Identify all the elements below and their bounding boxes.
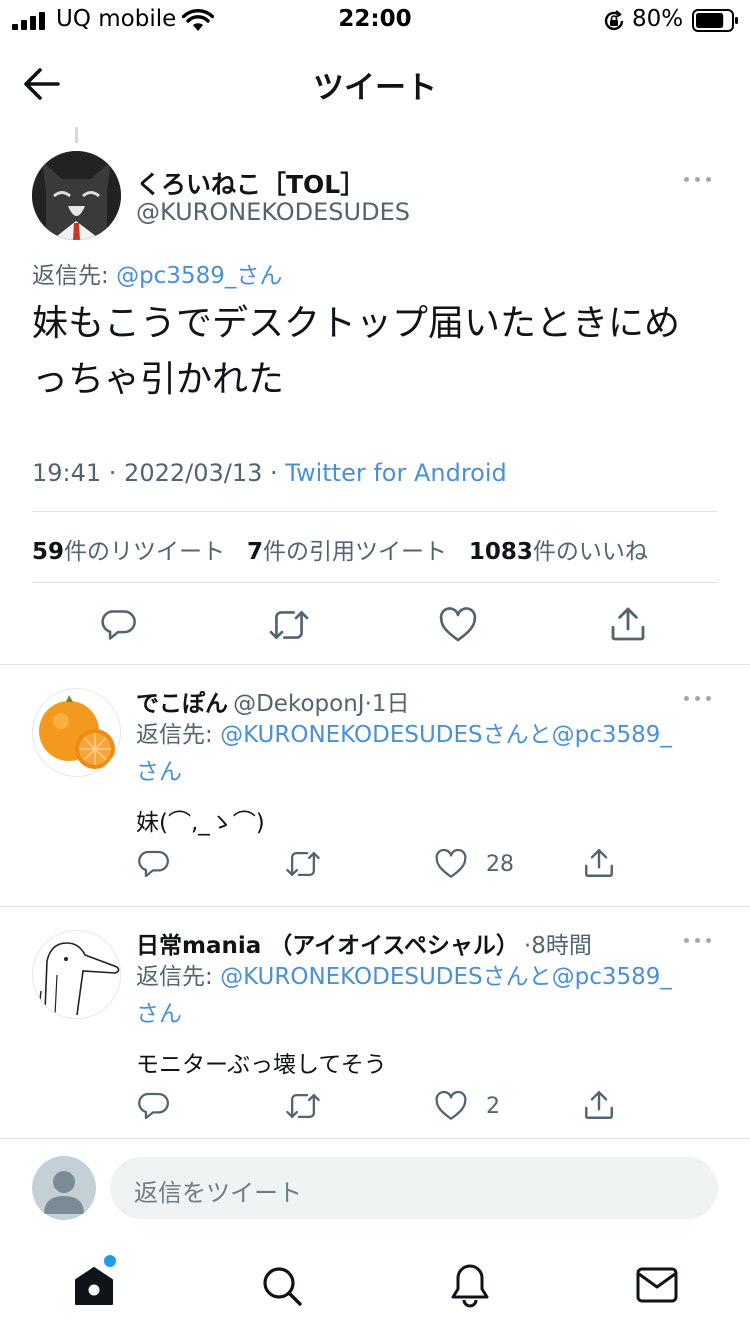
bell-icon[interactable] [448, 1262, 492, 1308]
retweet-icon[interactable] [284, 847, 322, 881]
likes-stat[interactable]: 1083件のいいね [469, 539, 648, 565]
author-handle[interactable]: @KURONEKODESUDES [136, 198, 410, 226]
reply-label: 返信先: [136, 722, 213, 748]
tweet-source-link[interactable]: Twitter for Android [285, 459, 506, 487]
reply-label: 返信先: [136, 964, 213, 990]
avatar[interactable] [32, 688, 121, 777]
divider [0, 664, 750, 665]
avatar[interactable] [32, 930, 121, 1019]
reply-target-link[interactable]: @pc3589_さん [116, 263, 282, 289]
avatar[interactable] [32, 151, 121, 240]
search-icon[interactable] [260, 1264, 304, 1308]
reply-icon[interactable] [136, 847, 170, 881]
tweet-timestamp-row: 19:41 · 2022/03/13 · Twitter for Android [32, 459, 507, 487]
reply-text: 妹(⌒,_ゝ⌒) [136, 810, 265, 836]
reply-header: 日常mania （アイオイスペシャル） ·8時間 [136, 933, 592, 959]
like-icon[interactable] [434, 848, 468, 880]
tweet-text-line-2: っちゃ引かれた [32, 359, 285, 400]
battery-icon [692, 9, 738, 32]
tweet-stats: 59件のリツイート 7件の引用ツイート 1083件のいいね [32, 532, 648, 566]
reply-label: 返信先: [32, 263, 109, 289]
more-options-icon[interactable] [684, 935, 714, 945]
like-icon[interactable] [434, 1090, 468, 1122]
black-cat-avatar-icon [32, 151, 121, 240]
reply-compose-placeholder: 返信をツイート [134, 1179, 302, 1207]
page-title: ツイート [313, 70, 437, 106]
quotes-label: 件の引用ツイート [262, 539, 447, 565]
reply-text: モニターぶっ壊してそう [136, 1052, 387, 1078]
reply-context: 返信先: @pc3589_さん [32, 256, 282, 290]
divider [32, 582, 718, 583]
author-name[interactable]: くろいねこ［TOL］ [136, 165, 365, 201]
reply-targets-link[interactable]: @KURONEKODESUDESさんと@pc3589_ [220, 964, 672, 990]
divider [0, 1138, 750, 1139]
reply-time: 1日 [371, 691, 410, 717]
avatar[interactable] [32, 1156, 96, 1220]
mail-icon[interactable] [636, 1266, 678, 1304]
likes-count: 1083 [468, 539, 533, 565]
retweets-stat[interactable]: 59件のリツイート [32, 539, 225, 565]
reply-context: 返信先: @KURONEKODESUDESさんと@pc3589_ さん [136, 717, 726, 791]
home-icon[interactable] [72, 1262, 118, 1308]
orientation-lock-icon [604, 10, 624, 31]
divider [0, 906, 750, 907]
quotes-stat[interactable]: 7件の引用ツイート [247, 539, 447, 565]
thread-line [75, 127, 78, 143]
quotes-count: 7 [246, 539, 263, 565]
more-options-icon[interactable] [684, 693, 714, 703]
divider [32, 511, 718, 512]
default-user-icon [44, 1171, 84, 1214]
reply-time: 8時間 [531, 933, 592, 959]
retweets-count: 59 [32, 539, 65, 565]
like-count: 2 [486, 1094, 500, 1119]
share-icon[interactable] [608, 604, 648, 644]
more-options-icon[interactable] [684, 174, 714, 184]
line-drawing-character-avatar-icon [33, 931, 120, 1018]
reply-author-handle[interactable]: @DekoponJ [233, 691, 364, 717]
reply-author-name[interactable]: 日常mania （アイオイスペシャル） [136, 933, 519, 959]
reply-targets-link[interactable]: @KURONEKODESUDESさんと@pc3589_ [220, 722, 672, 748]
share-icon[interactable] [582, 845, 616, 881]
notification-dot [104, 1255, 116, 1267]
reply-icon[interactable] [136, 1089, 170, 1123]
reply-targets-suffix[interactable]: さん [136, 1001, 182, 1027]
reply-header: でこぽん @DekoponJ·1日 [136, 691, 410, 717]
battery-percent: 80% [632, 6, 684, 32]
reply-targets-suffix[interactable]: さん [136, 759, 182, 785]
reply-context: 返信先: @KURONEKODESUDESさんと@pc3589_ さん [136, 959, 726, 1033]
likes-label: 件のいいね [532, 539, 648, 565]
tweet-timestamp: 19:41 · 2022/03/13 · [32, 459, 286, 487]
retweets-label: 件のリツイート [64, 539, 226, 565]
reply-author-name[interactable]: でこぽん [136, 691, 228, 717]
like-count: 28 [486, 852, 514, 877]
like-icon[interactable] [438, 606, 478, 644]
share-icon[interactable] [582, 1087, 616, 1123]
retweet-icon[interactable] [267, 606, 311, 644]
tweet-text-line-1: 妹もこうでデスクトップ届いたときにめ [32, 303, 681, 344]
tweet-text: 妹もこうでデスクトップ届いたときにめ っちゃ引かれた [32, 296, 722, 408]
orange-fruit-avatar-icon [33, 689, 120, 776]
reply-icon[interactable] [99, 606, 137, 644]
status-bar: UQ mobile 22:00 80% [0, 0, 750, 40]
retweet-icon[interactable] [284, 1089, 322, 1123]
reply-compose-input[interactable]: 返信をツイート [110, 1157, 718, 1219]
